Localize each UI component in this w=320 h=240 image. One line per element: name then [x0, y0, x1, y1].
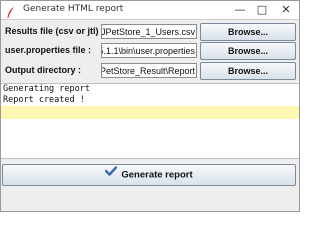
results-file-label: Results file (csv or jtl) :	[5, 26, 105, 36]
check-icon	[105, 164, 118, 184]
minimize-button[interactable]: —	[229, 1, 251, 19]
output-directory-row: Output directory : JPetStore_Result\Repo…	[1, 62, 299, 81]
user-properties-browse-button[interactable]: Browse...	[200, 42, 296, 60]
generate-report-button[interactable]: Generate report	[2, 164, 296, 186]
results-file-browse-button[interactable]: Browse...	[200, 23, 296, 41]
generate-report-label: Generate report	[121, 169, 193, 181]
user-properties-input[interactable]: 5.1.1\bin\user.properties	[101, 43, 197, 58]
output-directory-value: JPetStore_Result\Report	[101, 66, 195, 76]
maximize-button[interactable]: □	[251, 1, 273, 19]
close-button[interactable]: ✕	[273, 1, 299, 19]
title-bar[interactable]: Generate HTML report — □ ✕	[1, 1, 299, 20]
log-line: Report created !	[3, 95, 85, 105]
output-directory-label: Output directory :	[5, 65, 81, 75]
user-properties-value: 5.1.1\bin\user.properties	[101, 46, 195, 56]
user-properties-row: user.properties file : 5.1.1\bin\user.pr…	[1, 42, 299, 61]
results-file-row: Results file (csv or jtl) : \JPetStore_1…	[1, 23, 299, 42]
results-file-value: \JPetStore_1_Users.csv	[101, 27, 195, 37]
generate-report-dialog: Generate HTML report — □ ✕ Results file …	[0, 0, 300, 212]
feather-icon	[6, 4, 16, 18]
window-title: Generate HTML report	[23, 4, 124, 14]
user-properties-label: user.properties file :	[5, 45, 92, 55]
current-line-highlight	[1, 106, 299, 119]
log-line: Generating report	[3, 84, 90, 94]
output-directory-browse-button[interactable]: Browse...	[200, 62, 296, 80]
results-file-input[interactable]: \JPetStore_1_Users.csv	[101, 24, 197, 39]
output-directory-input[interactable]: JPetStore_Result\Report	[101, 63, 197, 78]
log-output-area[interactable]: Generating report Report created !	[1, 83, 299, 159]
